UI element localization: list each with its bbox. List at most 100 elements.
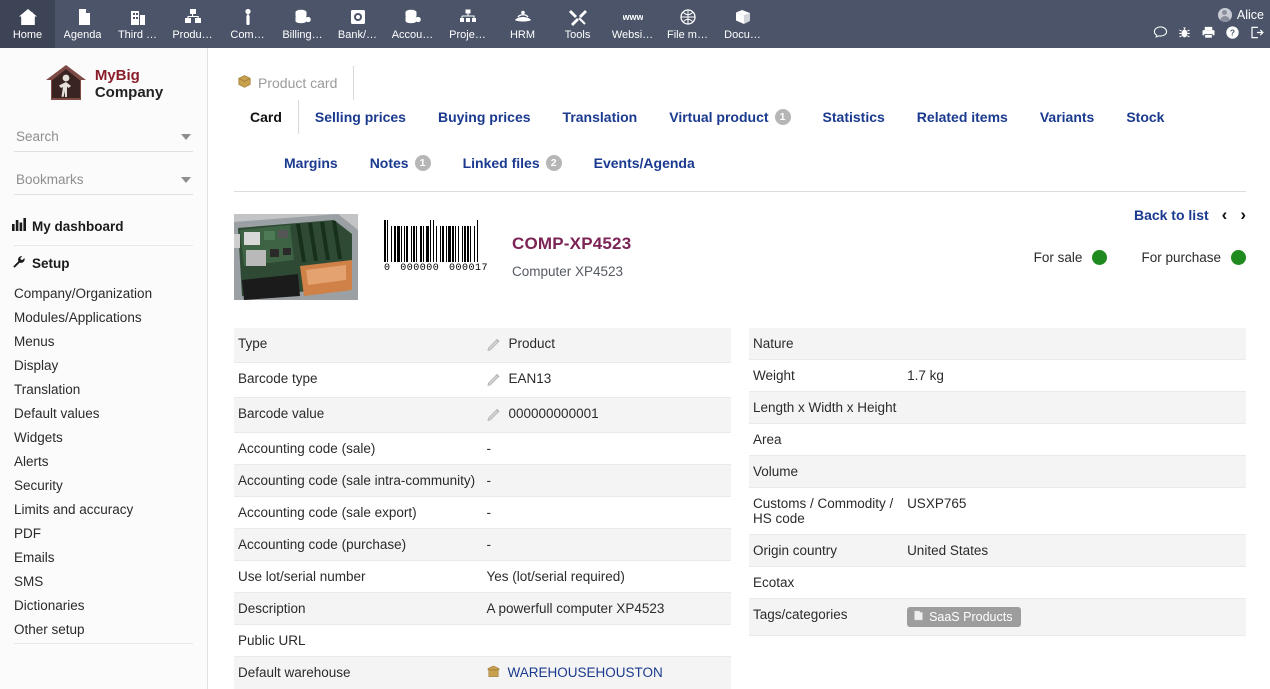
- sidebar-item-emails[interactable]: Emails: [0, 545, 207, 569]
- table-row: Customs / Commodity / HS codeUSXP765: [749, 488, 1246, 535]
- help-icon[interactable]: ?: [1225, 25, 1240, 40]
- tab-label: Selling prices: [315, 109, 406, 125]
- top-menu-label: Tools: [565, 29, 591, 41]
- product-card-text: Product card: [258, 75, 337, 91]
- tag-badge[interactable]: SaaS Products: [907, 607, 1021, 627]
- row-key: Public URL: [234, 625, 483, 657]
- edit-pencil-icon[interactable]: [487, 337, 501, 354]
- tab-statistics[interactable]: Statistics: [807, 100, 901, 134]
- chat-icon[interactable]: [1153, 25, 1168, 40]
- row-value: 1.7 kg: [903, 360, 1246, 392]
- sidebar-item-sms[interactable]: SMS: [0, 569, 207, 593]
- product-ref: COMP-XP4523: [512, 234, 631, 254]
- tab-notes[interactable]: Notes1: [354, 146, 447, 180]
- top-menu-item-produ[interactable]: Produ…: [165, 0, 220, 48]
- billing-icon: [293, 7, 313, 27]
- row-value: EAN13: [483, 363, 732, 398]
- sidebar-item-pdf[interactable]: PDF: [0, 521, 207, 545]
- top-menu-item-billing[interactable]: Billing…: [275, 0, 330, 48]
- sidebar-item-company-organization[interactable]: Company/Organization: [0, 281, 207, 305]
- row-key: Description: [234, 593, 483, 625]
- sidebar-item-my-dashboard[interactable]: My dashboard: [0, 209, 207, 243]
- sidebar-item-widgets[interactable]: Widgets: [0, 425, 207, 449]
- sidebar-item-menus[interactable]: Menus: [0, 329, 207, 353]
- value-text: -: [487, 537, 492, 552]
- chevron-left-icon[interactable]: ‹: [1222, 206, 1228, 223]
- row-value: United States: [903, 535, 1246, 567]
- products-icon: [183, 7, 203, 27]
- top-menu-item-accou[interactable]: Accou…: [385, 0, 440, 48]
- back-to-list-link[interactable]: Back to list: [1134, 207, 1209, 223]
- barcode-num-right: 000017: [449, 263, 488, 274]
- top-menu-item-third[interactable]: Third …: [110, 0, 165, 48]
- tab-variants[interactable]: Variants: [1024, 100, 1110, 134]
- bookmarks-input[interactable]: Bookmarks: [14, 166, 193, 195]
- bank-icon: [348, 7, 368, 27]
- search-input[interactable]: Search: [14, 123, 193, 152]
- product-titles: COMP-XP4523 Computer XP4523: [512, 214, 631, 279]
- sidebar-item-limits-and-accuracy[interactable]: Limits and accuracy: [0, 497, 207, 521]
- table-row: Public URL: [234, 625, 731, 657]
- chevron-down-icon: [181, 134, 191, 140]
- product-photo[interactable]: [234, 214, 358, 300]
- table-row: Length x Width x Height: [749, 392, 1246, 424]
- bug-icon[interactable]: [1177, 25, 1192, 40]
- sidebar-item-translation[interactable]: Translation: [0, 377, 207, 401]
- top-menu-item-proje[interactable]: Proje…: [440, 0, 495, 48]
- tab-translation[interactable]: Translation: [547, 100, 654, 134]
- tab-stock[interactable]: Stock: [1110, 100, 1180, 134]
- for-purchase-status-dot: [1231, 250, 1246, 265]
- edit-pencil-icon[interactable]: [487, 372, 501, 389]
- value-text: Product: [509, 336, 556, 351]
- sidebar-item-modules-applications[interactable]: Modules/Applications: [0, 305, 207, 329]
- user-menu[interactable]: Alice: [1218, 8, 1264, 22]
- tab-margins[interactable]: Margins: [268, 146, 354, 180]
- top-menu-item-agenda[interactable]: Agenda: [55, 0, 110, 48]
- sidebar-item-security[interactable]: Security: [0, 473, 207, 497]
- folder-icon: [913, 610, 924, 624]
- logout-icon[interactable]: [1249, 25, 1264, 40]
- sidebar-item-default-values[interactable]: Default values: [0, 401, 207, 425]
- sidebar-item-setup[interactable]: Setup: [0, 246, 207, 281]
- top-menu-label: Third …: [118, 29, 157, 41]
- top-menu-item-tools[interactable]: Tools: [550, 0, 605, 48]
- tab-linked-files[interactable]: Linked files2: [447, 146, 578, 180]
- row-key: Nature: [749, 328, 903, 360]
- top-menu-item-com[interactable]: Com…: [220, 0, 275, 48]
- tab-badge: 1: [415, 155, 431, 171]
- top-menu-item-websi[interactable]: wwwWebsi…: [605, 0, 660, 48]
- top-menu-item-filem[interactable]: File m…: [660, 0, 715, 48]
- tab-buying-prices[interactable]: Buying prices: [422, 100, 547, 134]
- tab-virtual-product[interactable]: Virtual product1: [653, 100, 806, 134]
- dashboard-icon: [12, 218, 26, 234]
- house-logo-icon: [44, 62, 88, 107]
- sidebar-item-dictionaries[interactable]: Dictionaries: [0, 593, 207, 617]
- top-menu-label: Agenda: [64, 29, 102, 41]
- logo-line-2: Company: [95, 85, 163, 101]
- tab-related-items[interactable]: Related items: [901, 100, 1024, 134]
- row-value: SaaS Products: [903, 599, 1246, 636]
- for-purchase-label: For purchase: [1141, 250, 1221, 265]
- tab-card[interactable]: Card: [234, 100, 299, 134]
- edit-pencil-icon[interactable]: [487, 407, 501, 424]
- barcode-num-left: 0: [384, 263, 391, 274]
- top-menu-item-home[interactable]: Home: [0, 0, 55, 48]
- table-row: Ecotax: [749, 567, 1246, 599]
- value-text: -: [487, 505, 492, 520]
- top-menu-item-hrm[interactable]: HRM: [495, 0, 550, 48]
- row-key: Weight: [749, 360, 903, 392]
- sidebar-item-alerts[interactable]: Alerts: [0, 449, 207, 473]
- tab-events-agenda[interactable]: Events/Agenda: [578, 146, 711, 180]
- warehouse-link[interactable]: WAREHOUSEHOUSTON: [508, 665, 663, 680]
- chevron-right-icon[interactable]: ›: [1240, 206, 1246, 223]
- sidebar-item-display[interactable]: Display: [0, 353, 207, 377]
- sidebar-item-other-setup[interactable]: Other setup: [0, 617, 207, 641]
- top-menu-item-bank[interactable]: Bank/…: [330, 0, 385, 48]
- top-menu-item-docu[interactable]: Docu…: [715, 0, 770, 48]
- print-icon[interactable]: [1201, 25, 1216, 40]
- logo-line-1: MyBig: [95, 68, 163, 84]
- tab-selling-prices[interactable]: Selling prices: [299, 100, 422, 134]
- tag-label: SaaS Products: [929, 610, 1012, 624]
- company-logo[interactable]: MyBig Company: [0, 48, 207, 123]
- row-value: Yes (lot/serial required): [483, 561, 732, 593]
